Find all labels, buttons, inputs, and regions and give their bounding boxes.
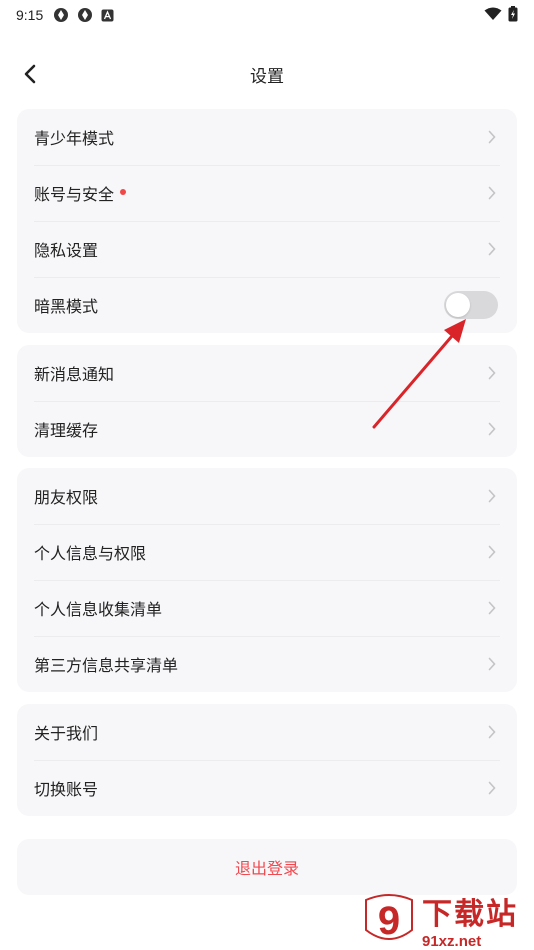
chevron-right-icon [488,781,496,795]
back-button[interactable] [16,60,44,88]
notification-text-icon [101,9,114,21]
status-bar: 9:15 [0,0,534,30]
chevron-right-icon [488,489,496,503]
settings-row-about-us[interactable]: 关于我们 [17,704,517,760]
dark-mode-toggle[interactable] [444,291,498,319]
battery-icon [508,6,518,22]
red-dot-badge [120,189,127,195]
settings-row-label: 个人信息收集清单 [34,600,163,619]
chevron-right-icon [488,366,496,380]
chevron-right-icon [488,545,496,559]
settings-row-personal-info-collection-list[interactable]: 个人信息收集清单 [17,580,517,636]
settings-row-clear-cache[interactable]: 清理缓存 [17,401,517,457]
settings-row-friend-permissions[interactable]: 朋友权限 [17,468,517,524]
chevron-right-icon [488,422,496,436]
chevron-left-icon [24,64,36,84]
watermark-logo-glyph: 9 [378,899,400,943]
watermark-logo-icon: 9 [365,894,413,943]
settings-row-label: 账号与安全 [34,185,115,204]
settings-row-privacy[interactable]: 隐私设置 [17,221,517,277]
notification-app-icon [54,8,69,22]
settings-row-third-party-sharing-list[interactable]: 第三方信息共享清单 [17,636,517,692]
wifi-icon [484,7,502,20]
settings-row-label: 朋友权限 [34,488,99,507]
settings-row-label: 清理缓存 [34,421,99,440]
status-notification-icons [53,7,114,23]
settings-row-personal-info-permissions[interactable]: 个人信息与权限 [17,524,517,580]
settings-row-label: 暗黑模式 [34,297,99,316]
page-title: 设置 [250,66,284,87]
nav-bar: 设置 [0,52,534,96]
settings-group-permissions: 朋友权限 个人信息与权限 个人信息收集清单 第三方信息共享清单 [17,468,517,692]
status-system-icons [484,6,518,22]
chevron-right-icon [488,130,496,144]
settings-row-account-security[interactable]: 账号与安全 [17,165,517,221]
settings-row-label: 关于我们 [34,724,99,743]
chevron-right-icon [488,186,496,200]
settings-row-label: 新消息通知 [34,365,115,384]
chevron-right-icon [488,242,496,256]
watermark-brand: 下载站 [422,897,518,931]
settings-group-notifications: 新消息通知 清理缓存 [17,345,517,457]
settings-row-new-message-notification[interactable]: 新消息通知 [17,345,517,401]
watermark-text: 下载站 91xz.net [422,889,518,950]
settings-row-label: 隐私设置 [34,241,99,260]
settings-row-label: 个人信息与权限 [34,544,147,563]
settings-group-about: 关于我们 切换账号 [17,704,517,816]
settings-row-label: 第三方信息共享清单 [34,656,179,675]
toggle-knob [446,293,470,317]
chevron-right-icon [488,657,496,671]
settings-row-dark-mode: 暗黑模式 [17,277,517,333]
status-time: 9:15 [16,7,44,23]
logout-label: 退出登录 [234,859,299,878]
logout-button[interactable]: 退出登录 [17,839,517,895]
chevron-right-icon [488,601,496,615]
settings-row-label: 青少年模式 [34,129,115,148]
chevron-right-icon [488,725,496,739]
watermark: 9 下载站 91xz.net [360,889,530,950]
settings-group-general: 青少年模式 账号与安全 隐私设置 暗黑模式 [17,109,517,333]
notification-app-icon [78,8,93,22]
settings-row-label: 切换账号 [34,780,99,799]
settings-row-teen-mode[interactable]: 青少年模式 [17,109,517,165]
settings-row-switch-account[interactable]: 切换账号 [17,760,517,816]
watermark-url: 91xz.net [422,932,482,950]
